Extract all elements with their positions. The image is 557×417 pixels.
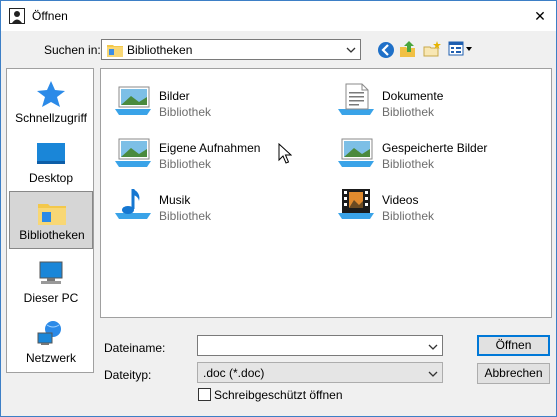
item-type: Bibliothek [382,209,435,223]
item-name: Eigene Aufnahmen [159,141,261,155]
item-name: Bilder [159,89,190,103]
desktop-icon [37,143,65,164]
look-in-value: Bibliotheken [127,43,193,57]
music-library-icon [115,189,151,219]
item-name: Gespeicherte Bilder [382,141,488,155]
list-item-videos[interactable]: Videos Bibliothek [334,187,544,233]
filetype-label: Dateityp: [104,368,152,382]
pictures-library-icon [115,86,151,115]
computer-icon [39,261,63,284]
item-name: Videos [382,193,419,207]
item-type: Bibliothek [382,157,435,171]
up-folder-icon [400,41,415,57]
chevron-down-icon[interactable] [428,341,438,355]
look-in-combo[interactable]: Bibliotheken [101,39,361,60]
item-type: Bibliothek [159,209,212,223]
close-button[interactable]: ✕ [531,7,549,25]
back-icon [378,42,394,58]
videos-library-icon [338,189,374,219]
places-bar: Schnellzugriff Desktop Bibliotheken Dies… [6,68,94,373]
list-item-bilder[interactable]: Bilder Bibliothek [111,83,321,129]
saved-pictures-library-icon [338,138,374,167]
chevron-down-icon [346,44,356,58]
cancel-button[interactable]: Abbrechen [477,363,550,384]
list-item-gespeicherte-bilder[interactable]: Gespeicherte Bilder Bibliothek [334,135,544,181]
item-name: Dokumente [382,89,444,103]
back-button[interactable] [375,39,397,60]
place-schnellzugriff[interactable]: Schnellzugriff [9,73,93,131]
libraries-folder-icon [107,43,123,60]
documents-library-icon [338,83,374,115]
place-label: Schnellzugriff [15,111,87,125]
place-bibliotheken[interactable]: Bibliotheken [9,191,93,249]
window-title: Öffnen [32,9,68,23]
camera-roll-library-icon [115,138,151,167]
open-button[interactable]: Öffnen [477,335,550,356]
place-desktop[interactable]: Desktop [9,133,93,191]
look-in-label: Suchen in: [44,43,101,57]
list-item-musik[interactable]: Musik Bibliothek [111,187,321,233]
place-netzwerk[interactable]: Netzwerk [9,313,93,371]
open-dialog: Öffnen ✕ Suchen in: Bibliotheken Schnell… [0,0,557,417]
view-menu-icon [448,41,472,56]
app-icon [9,8,25,24]
view-menu-button[interactable] [447,39,473,60]
new-folder-button[interactable] [422,39,444,60]
filename-label: Dateiname: [104,341,166,355]
file-list: Bilder Bibliothek Dokumente Bibliothek E… [100,68,552,318]
title-bar: Öffnen ✕ [1,1,556,31]
new-folder-icon [423,41,441,57]
libraries-icon [38,204,66,225]
filetype-select[interactable]: .doc (*.doc) [197,362,443,383]
place-dieser-pc[interactable]: Dieser PC [9,253,93,311]
place-label: Desktop [28,171,74,185]
mouse-cursor-icon [278,143,292,164]
list-item-dokumente[interactable]: Dokumente Bibliothek [334,83,544,129]
up-folder-button[interactable] [398,39,420,60]
place-label: Bibliotheken [19,228,85,242]
place-label: Dieser PC [23,291,79,305]
readonly-checkbox[interactable] [198,388,211,401]
filetype-value: .doc (*.doc) [203,366,265,380]
item-name: Musik [159,193,191,207]
chevron-down-icon [428,368,438,382]
network-icon [37,321,61,345]
place-label: Netzwerk [25,351,76,365]
star-icon [37,81,65,107]
readonly-checkbox-label[interactable]: Schreibgeschützt öffnen [214,388,343,402]
item-type: Bibliothek [382,105,435,119]
item-type: Bibliothek [159,105,212,119]
filename-input[interactable] [197,335,443,356]
item-type: Bibliothek [159,157,212,171]
